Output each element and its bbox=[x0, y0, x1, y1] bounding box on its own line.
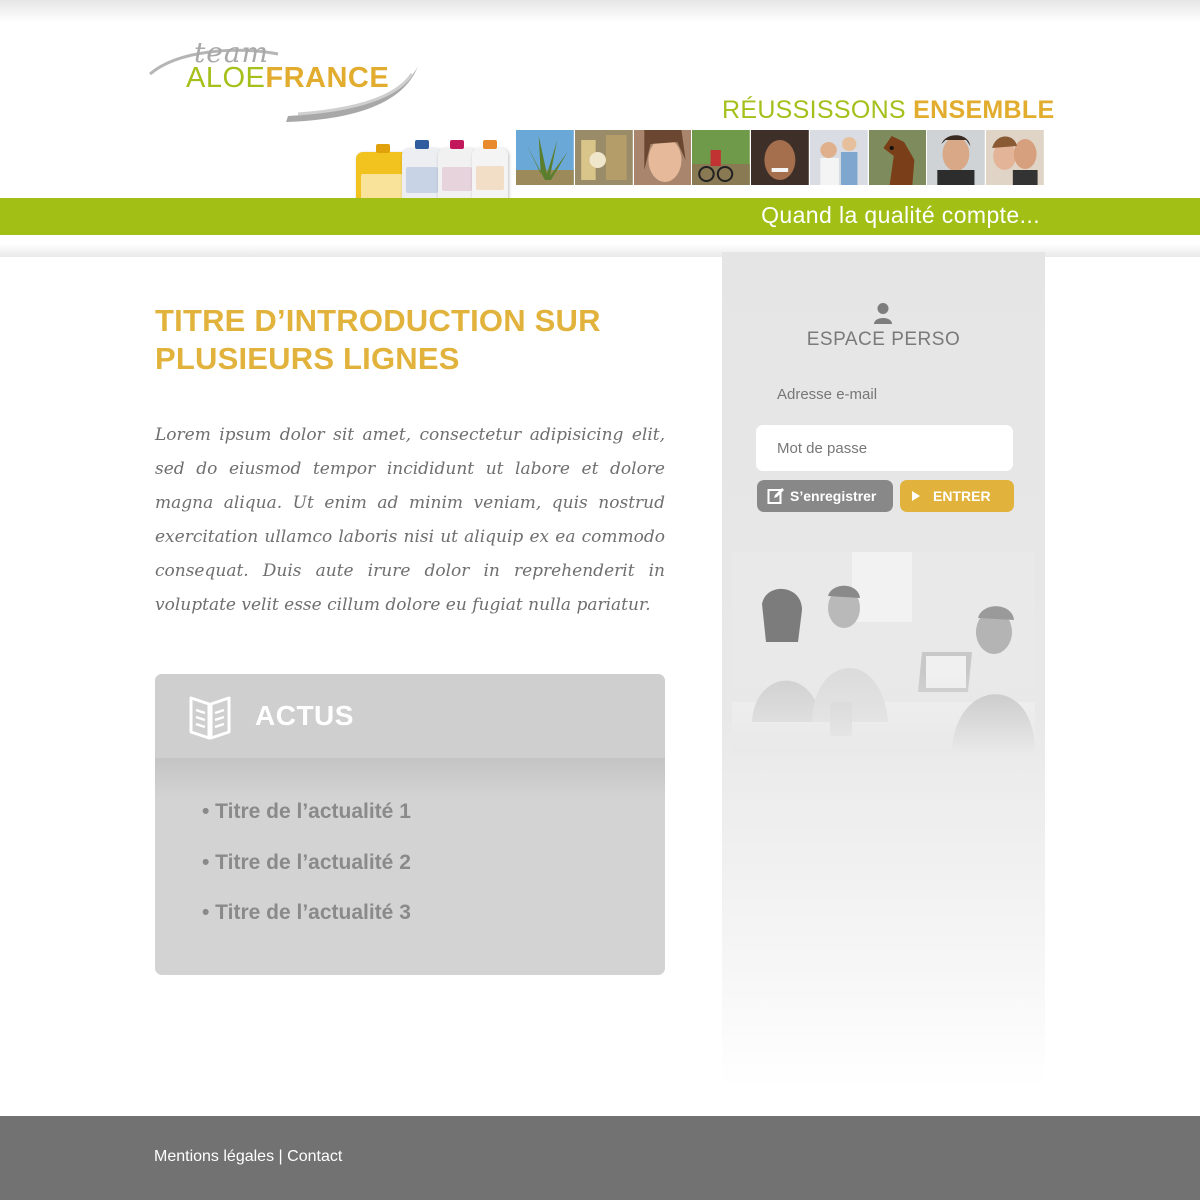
photo-lab bbox=[574, 130, 633, 185]
edit-icon bbox=[767, 488, 784, 504]
site-header: team ALOEFRANCE RÉUSSISSONS ENSEMBLE Qua… bbox=[0, 0, 1200, 257]
register-button-label: S’enregistrer bbox=[790, 488, 877, 504]
header-tagline: RÉUSSISSONS ENSEMBLE bbox=[722, 96, 1054, 125]
password-input[interactable] bbox=[756, 425, 1013, 471]
footer-separator: | bbox=[278, 1148, 283, 1165]
photo-woman-smiling bbox=[751, 130, 809, 185]
book-icon bbox=[189, 696, 231, 740]
header-top-shade bbox=[0, 0, 1200, 22]
photo-family bbox=[809, 130, 868, 185]
news-item-3[interactable]: • Titre de l’actualité 3 bbox=[202, 897, 411, 948]
contact-link[interactable]: Contact bbox=[287, 1148, 342, 1165]
news-list: • Titre de l’actualité 1 • Titre de l’ac… bbox=[202, 796, 411, 948]
slogan-band: Quand la qualité compte... bbox=[0, 198, 1200, 235]
intro-paragraph: Lorem ipsum dolor sit amet, consectetur … bbox=[155, 425, 665, 615]
play-icon bbox=[912, 491, 920, 501]
photo-couple bbox=[986, 130, 1045, 185]
news-item-1[interactable]: • Titre de l’actualité 1 bbox=[202, 796, 411, 847]
news-item-2[interactable]: • Titre de l’actualité 2 bbox=[202, 847, 411, 898]
site-footer: Mentions légales | Contact bbox=[0, 1116, 1200, 1200]
intro-title: TITRE D’INTRODUCTION SUR PLUSIEURS LIGNE… bbox=[155, 303, 601, 376]
site-logo[interactable]: team ALOEFRANCE bbox=[148, 36, 423, 128]
footer-links: Mentions légales | Contact bbox=[154, 1148, 342, 1166]
enter-button-label: ENTRER bbox=[933, 488, 991, 504]
slogan-text: Quand la qualité compte... bbox=[761, 202, 1040, 228]
logo-france-text: FRANCE bbox=[265, 62, 390, 94]
photo-horse bbox=[868, 130, 927, 185]
email-input[interactable] bbox=[756, 374, 1013, 414]
logo-wordmark: ALOEFRANCE bbox=[186, 62, 389, 95]
header-photo-strip bbox=[516, 130, 1045, 185]
tagline-part-2: ENSEMBLE bbox=[913, 96, 1055, 124]
legal-link[interactable]: Mentions légales bbox=[154, 1148, 274, 1165]
photo-woman-face bbox=[633, 130, 692, 185]
login-title: ESPACE PERSO bbox=[806, 329, 961, 350]
user-icon bbox=[874, 303, 892, 324]
photo-cyclists bbox=[692, 130, 751, 185]
news-box-title: ACTUS bbox=[255, 700, 354, 731]
news-box-header-shadow bbox=[155, 758, 665, 798]
register-button[interactable]: S’enregistrer bbox=[757, 480, 893, 512]
tagline-part-1: RÉUSSISSONS bbox=[722, 96, 906, 124]
login-sidebar: ESPACE PERSO S’enregistrer ENTRER bbox=[722, 252, 1045, 1087]
photo-aloe-plant bbox=[516, 130, 574, 185]
news-box-header: ACTUS bbox=[155, 674, 665, 758]
meeting-photo bbox=[732, 552, 1035, 752]
logo-aloe-text: ALOE bbox=[186, 62, 266, 94]
photo-man bbox=[927, 130, 986, 185]
news-box: ACTUS • Titre de l’actualité 1 • Titre d… bbox=[155, 674, 665, 975]
enter-button[interactable]: ENTRER bbox=[900, 480, 1014, 512]
